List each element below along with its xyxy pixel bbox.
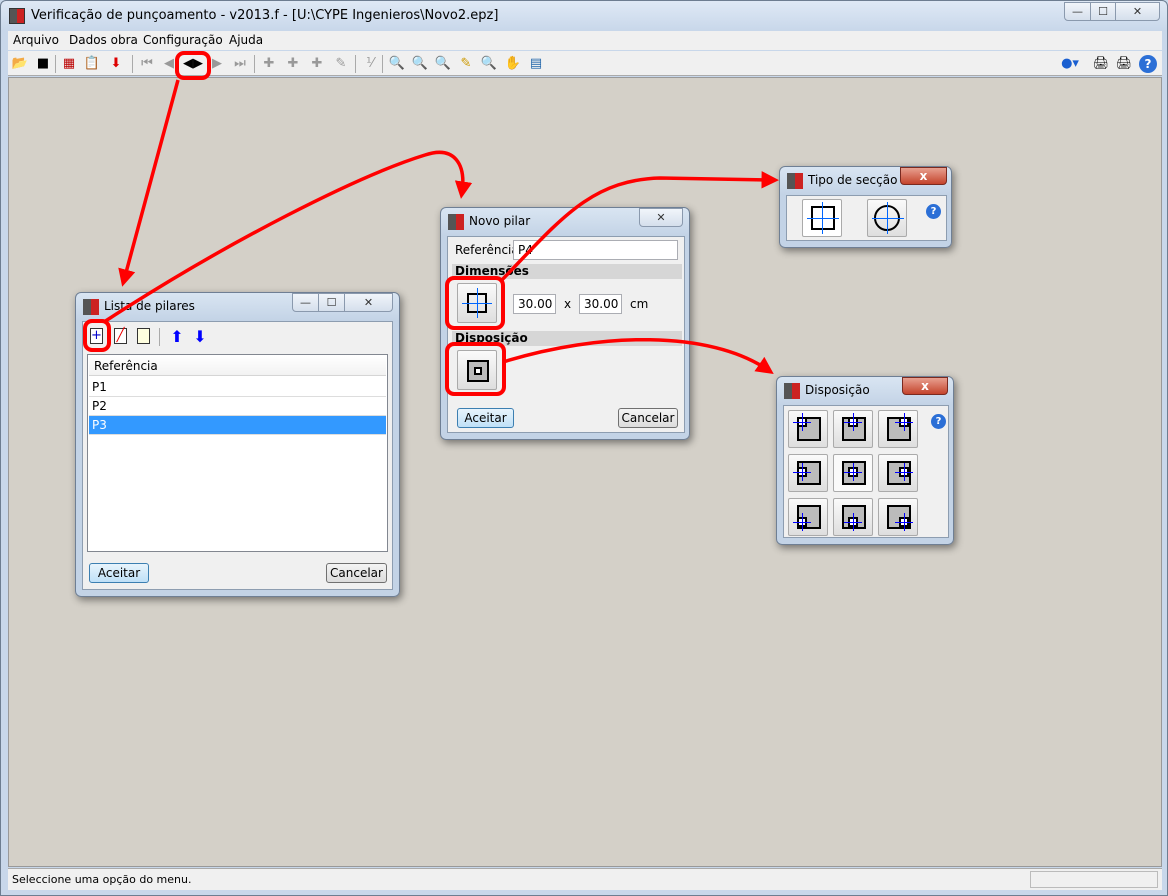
arrow [502, 337, 774, 374]
arrow [103, 150, 473, 324]
arrow [118, 79, 180, 287]
arrow [498, 171, 779, 284]
annotation-arrows [103, 79, 779, 374]
